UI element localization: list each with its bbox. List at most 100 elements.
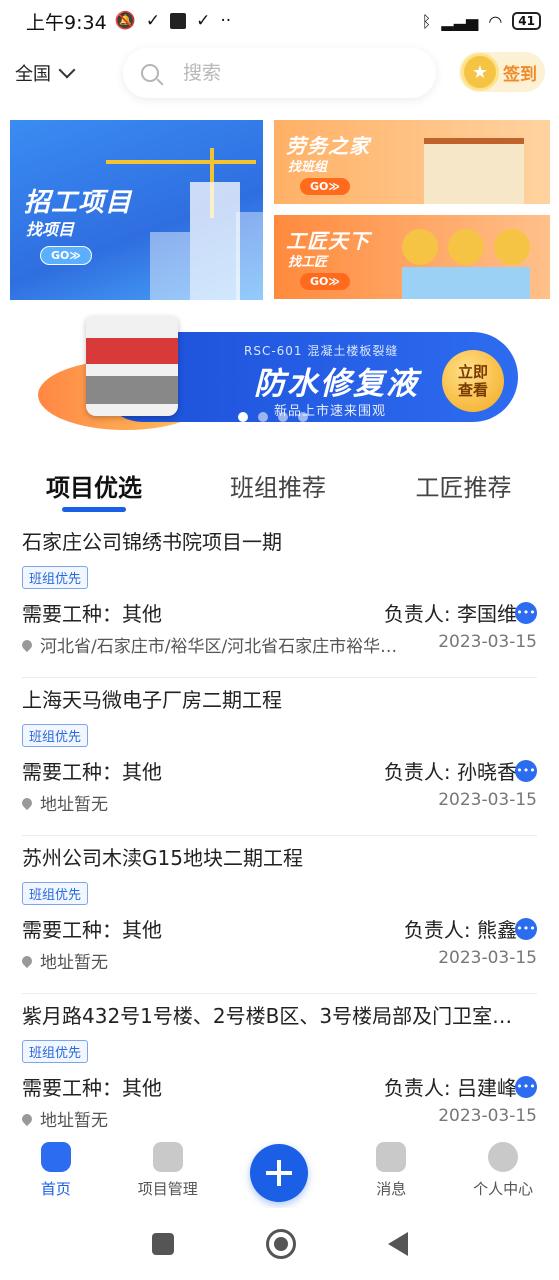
nav-add[interactable] <box>224 1132 336 1208</box>
battery-icon: 41 <box>512 12 541 30</box>
banner-main-subtitle: 找项目 <box>26 220 75 239</box>
plus-icon[interactable] <box>250 1144 309 1202</box>
project-address: 地址暂无 <box>22 790 422 815</box>
bottom-nav: 首页 项目管理 消息 个人中心 <box>0 1132 559 1208</box>
workers-graphic <box>402 229 542 299</box>
search-input[interactable] <box>183 62 403 84</box>
address-text: 河北省/石家庄市/裕华区/河北省石家庄市裕华… <box>40 637 398 657</box>
nav-project-management[interactable]: 项目管理 <box>112 1132 224 1208</box>
signal-icon: ▂▃▅ <box>441 11 479 31</box>
tab-team-recommend[interactable]: 班组推荐 <box>188 462 368 514</box>
signin-button[interactable]: ★ 签到 <box>459 52 545 92</box>
recent-apps-icon[interactable] <box>151 1233 174 1255</box>
search-icon <box>141 64 159 82</box>
project-title: 上海天马微电子厂房二期工程 <box>22 688 282 712</box>
smiley-user-icon <box>488 1142 519 1172</box>
team-priority-tag: 班组优先 <box>22 882 89 905</box>
tab-bar: 项目优选 班组推荐 工匠推荐 <box>0 462 559 514</box>
location-pin-icon <box>22 953 35 968</box>
tab-craftsman-recommend[interactable]: 工匠推荐 <box>368 462 559 514</box>
banner-side1-go: GO≫ <box>300 178 350 195</box>
project-title: 石家庄公司锦绣书院项目一期 <box>22 530 282 554</box>
carousel-dot[interactable] <box>298 412 308 422</box>
project-owner: 负责人: 熊鑫 ••• <box>404 914 537 943</box>
banner-labor-home[interactable]: 劳务之家 找班组 GO≫ <box>274 120 550 204</box>
header: 全国 ★ 签到 <box>0 44 559 102</box>
project-address: 地址暂无 <box>22 948 422 973</box>
work-type: 需要工种：其他 <box>22 760 162 784</box>
project-owner: 负责人: 吕建峰 ••• <box>384 1072 537 1101</box>
promo-ad[interactable]: RSC-601 混凝土楼板裂缝 防水修复液 新品上市速来围观 立即查看 <box>38 316 521 434</box>
project-item[interactable]: 上海天马微电子厂房二期工程 班组优先 需要工种：其他 负责人: 孙晓香 ••• … <box>0 678 559 836</box>
chat-bubble-icon[interactable]: ••• <box>515 601 537 624</box>
chat-bubble-icon[interactable]: ••• <box>515 917 537 940</box>
back-triangle-icon[interactable] <box>387 1232 408 1256</box>
banner-side1-title: 劳务之家 <box>286 134 370 158</box>
star-medal-icon: ★ <box>461 53 499 91</box>
address-text: 地址暂无 <box>40 953 108 973</box>
chevron-down-icon <box>58 61 76 79</box>
project-address: 河北省/石家庄市/裕华区/河北省石家庄市裕华… <box>22 632 422 657</box>
house-graphic <box>424 138 524 204</box>
tab-project-picks[interactable]: 项目优选 <box>0 462 188 514</box>
project-owner: 负责人: 孙晓香 ••• <box>384 756 537 785</box>
location-pin-icon <box>22 1111 35 1126</box>
status-right: ᛒ ▂▃▅ ◠ 41 <box>422 12 541 31</box>
owner-name: 负责人: 孙晓香 <box>383 760 517 784</box>
team-priority-tag: 班组优先 <box>22 724 89 747</box>
app-square-icon <box>170 13 187 29</box>
more-dots-icon: ·· <box>220 11 232 31</box>
carousel-dot[interactable] <box>278 412 288 422</box>
location-pin-icon <box>22 795 35 810</box>
team-priority-tag: 班组优先 <box>22 1040 89 1063</box>
signin-label: 签到 <box>503 64 537 85</box>
carousel-dot[interactable] <box>258 412 268 422</box>
search-box[interactable] <box>123 48 436 98</box>
chat-bubble-icon[interactable]: ••• <box>515 1075 537 1098</box>
banner-recruit-projects[interactable]: 招工项目 找项目 GO≫ <box>10 120 263 300</box>
nav-messages[interactable]: 消息 <box>335 1132 447 1208</box>
system-nav-bar <box>0 1208 559 1280</box>
banner-side2-go: GO≫ <box>300 273 350 290</box>
chart-monitor-icon <box>152 1142 183 1172</box>
banner-side2-title: 工匠天下 <box>286 229 370 253</box>
owner-name: 负责人: 熊鑫 <box>403 918 517 942</box>
project-item[interactable]: 苏州公司木渎G15地块二期工程 班组优先 需要工种：其他 负责人: 熊鑫 •••… <box>0 836 559 994</box>
project-title: 苏州公司木渎G15地块二期工程 <box>22 846 303 870</box>
address-text: 地址暂无 <box>40 1111 108 1131</box>
owner-name: 负责人: 吕建峰 <box>383 1076 517 1100</box>
chat-bubble-icon[interactable]: ••• <box>515 759 537 782</box>
banner-craftsman-world[interactable]: 工匠天下 找工匠 GO≫ <box>274 215 550 299</box>
work-type: 需要工种：其他 <box>22 602 162 626</box>
product-bucket-image <box>86 316 178 416</box>
carousel-dot[interactable] <box>238 412 248 422</box>
nav-profile[interactable]: 个人中心 <box>447 1132 559 1208</box>
project-address: 地址暂无 <box>22 1106 422 1131</box>
nav-profile-label: 个人中心 <box>473 1180 534 1198</box>
project-date: 2023-03-15 <box>438 1106 537 1126</box>
project-item[interactable]: 石家庄公司锦绣书院项目一期 班组优先 需要工种：其他 负责人: 李国维 ••• … <box>0 520 559 678</box>
nav-home[interactable]: 首页 <box>0 1132 112 1208</box>
building-graphic-2 <box>150 232 190 300</box>
home-icon <box>40 1142 71 1172</box>
project-item[interactable]: 紫月路432号1号楼、2号楼B区、3号楼局部及门卫室… 班组优先 需要工种：其他… <box>0 994 559 1152</box>
mute-bell-icon: 🔕 <box>114 11 136 31</box>
promo-cta-button[interactable]: 立即查看 <box>442 350 504 412</box>
carousel-dots <box>238 412 308 422</box>
promo-model: RSC-601 混凝土楼板裂缝 <box>244 344 399 358</box>
region-selector[interactable]: 全国 <box>15 60 76 86</box>
crane-graphic <box>106 160 256 164</box>
address-text: 地址暂无 <box>40 795 108 815</box>
project-date: 2023-03-15 <box>438 790 537 810</box>
bluetooth-icon: ᛒ <box>421 11 432 31</box>
location-pin-icon <box>22 637 35 652</box>
banner-main-title: 招工项目 <box>24 188 133 218</box>
building-graphic-1 <box>190 182 240 300</box>
wifi-icon: ◠ <box>488 11 503 31</box>
project-date: 2023-03-15 <box>438 948 537 968</box>
home-circle-icon[interactable] <box>265 1229 296 1259</box>
project-date: 2023-03-15 <box>438 632 537 652</box>
check-icon-2: ✓ <box>196 11 211 31</box>
message-icon <box>376 1142 407 1172</box>
status-time: 上午9:34 <box>26 11 107 34</box>
